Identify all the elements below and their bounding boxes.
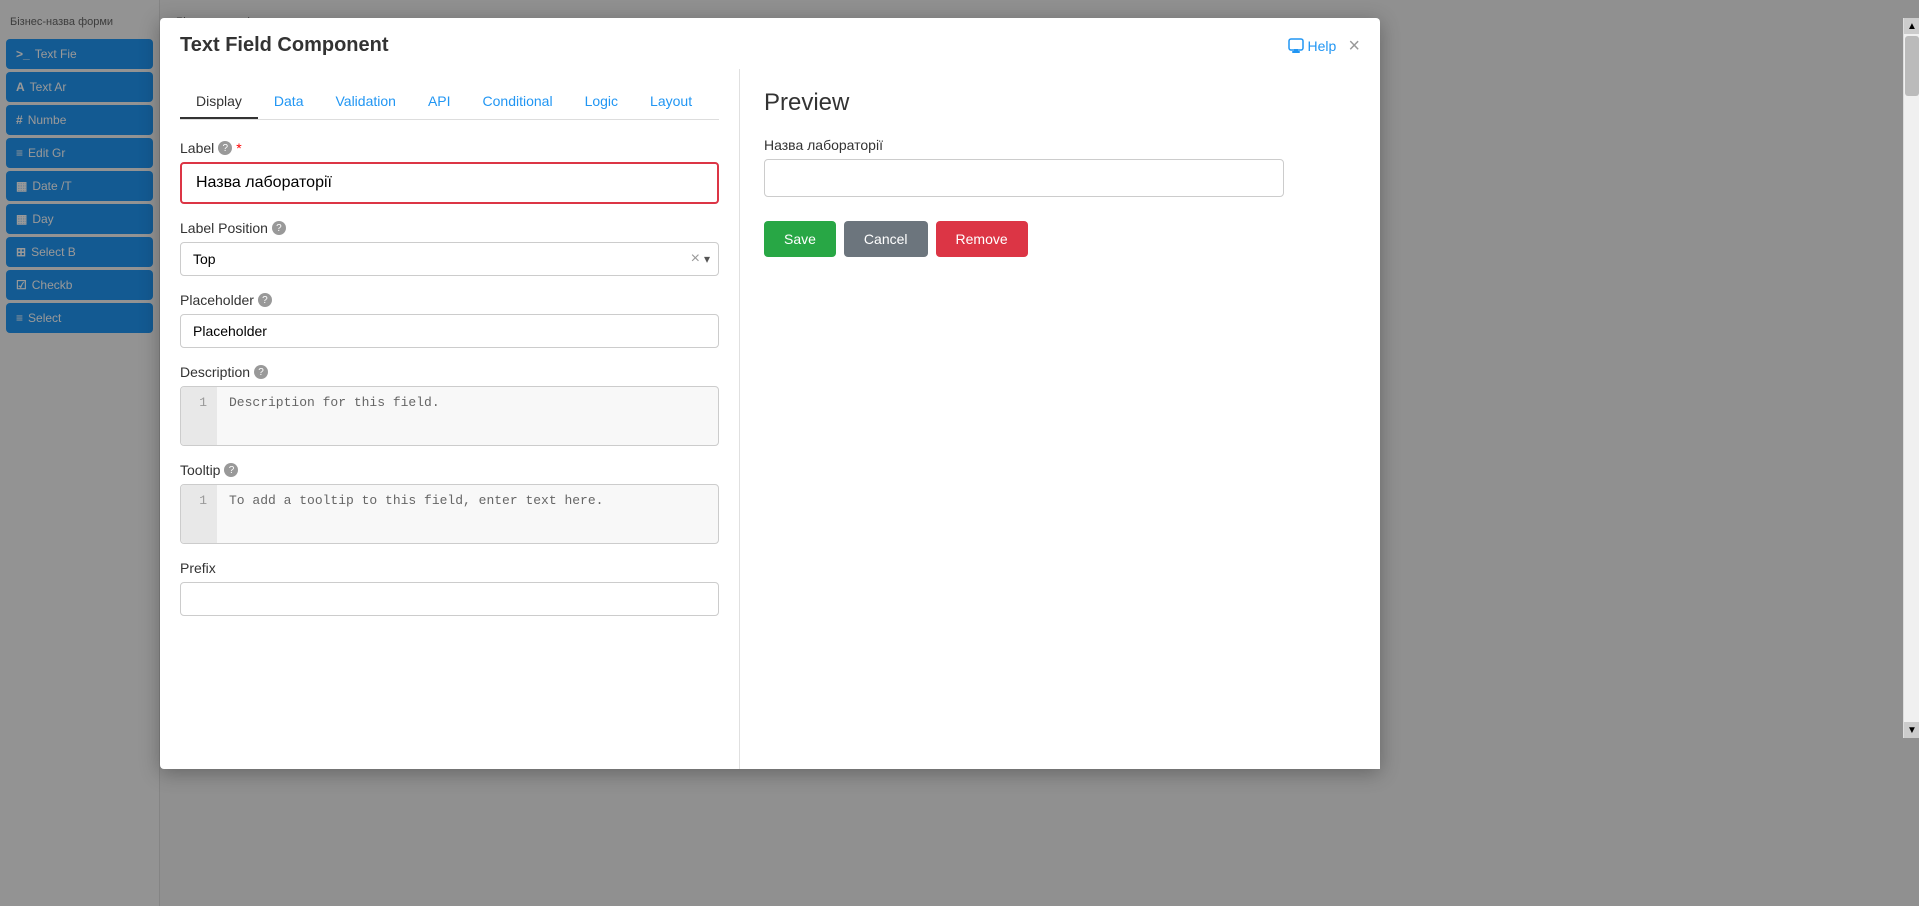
tooltip-label: Tooltip ? — [180, 462, 719, 478]
modal-body: Display Data Validation API Conditional … — [160, 69, 1380, 769]
preview-field-label: Назва лабораторії — [764, 137, 1356, 153]
description-help-icon: ? — [254, 365, 268, 379]
save-button[interactable]: Save — [764, 221, 836, 257]
tab-data[interactable]: Data — [258, 85, 320, 119]
form-panel: Display Data Validation API Conditional … — [160, 69, 740, 769]
label-text: Label — [180, 140, 214, 156]
preview-title: Preview — [764, 89, 1356, 117]
placeholder-help-icon: ? — [258, 293, 272, 307]
prefix-input[interactable] — [180, 582, 719, 616]
modal-scrollbar: ▲ ▼ — [1903, 18, 1919, 738]
prefix-text: Prefix — [180, 560, 216, 576]
tooltip-content[interactable]: To add a tooltip to this field, enter te… — [217, 485, 718, 543]
help-label: Help — [1308, 38, 1337, 54]
tooltip-text: Tooltip — [180, 462, 220, 478]
placeholder-input[interactable] — [180, 314, 719, 348]
label-position-help-icon: ? — [272, 221, 286, 235]
preview-field-input[interactable] — [764, 159, 1284, 197]
modal-header-actions: Help × — [1288, 36, 1360, 56]
select-clear-icon[interactable]: × — [687, 250, 704, 268]
description-content[interactable]: Description for this field. — [217, 387, 718, 445]
help-icon — [1288, 38, 1304, 54]
description-line-num: 1 — [181, 387, 217, 445]
placeholder-text: Placeholder — [180, 292, 254, 308]
tab-api[interactable]: API — [412, 85, 467, 119]
tooltip-field-group: Tooltip ? 1 To add a tooltip to this fie… — [180, 462, 719, 544]
label-position-label: Label Position ? — [180, 220, 719, 236]
close-button[interactable]: × — [1348, 36, 1360, 56]
scrollbar-up-arrow[interactable]: ▲ — [1904, 18, 1919, 34]
placeholder-field-group: Placeholder ? — [180, 292, 719, 348]
placeholder-label: Placeholder ? — [180, 292, 719, 308]
help-link[interactable]: Help — [1288, 38, 1337, 54]
label-help-icon: ? — [218, 141, 232, 155]
label-input[interactable] — [184, 166, 715, 200]
tab-display[interactable]: Display — [180, 85, 258, 119]
action-buttons: Save Cancel Remove — [764, 221, 1356, 257]
modal-title: Text Field Component — [180, 34, 389, 57]
label-required-marker: * — [236, 140, 241, 156]
label-field-group: Label ? * — [180, 140, 719, 204]
tab-validation[interactable]: Validation — [319, 85, 411, 119]
tab-conditional[interactable]: Conditional — [467, 85, 569, 119]
description-label: Description ? — [180, 364, 719, 380]
prefix-label: Prefix — [180, 560, 719, 576]
scrollbar-down-arrow[interactable]: ▼ — [1904, 722, 1919, 738]
modal-dialog: Text Field Component Help × Display Data… — [160, 18, 1380, 769]
scrollbar-thumb[interactable] — [1905, 36, 1919, 96]
label-field-label: Label ? * — [180, 140, 719, 156]
label-input-wrapper — [180, 162, 719, 204]
preview-panel: Preview Назва лабораторії Save Cancel Re… — [740, 69, 1380, 769]
tooltip-line-num: 1 — [181, 485, 217, 543]
label-position-select-wrapper: Top Left Right Bottom × ▾ — [180, 242, 719, 276]
scrollbar-track — [1904, 34, 1919, 722]
modal-header: Text Field Component Help × — [160, 18, 1380, 69]
remove-button[interactable]: Remove — [936, 221, 1028, 257]
prefix-field-group: Prefix — [180, 560, 719, 616]
tooltip-help-icon: ? — [224, 463, 238, 477]
description-field-group: Description ? 1 Description for this fie… — [180, 364, 719, 446]
select-arrow-icon: ▾ — [704, 252, 710, 266]
label-position-text: Label Position — [180, 220, 268, 236]
description-code-area: 1 Description for this field. — [180, 386, 719, 446]
label-position-field-group: Label Position ? Top Left Right Bottom ×… — [180, 220, 719, 276]
tooltip-code-area: 1 To add a tooltip to this field, enter … — [180, 484, 719, 544]
tab-logic[interactable]: Logic — [569, 85, 634, 119]
label-position-select[interactable]: Top Left Right Bottom — [189, 243, 687, 275]
tab-layout[interactable]: Layout — [634, 85, 708, 119]
description-text: Description — [180, 364, 250, 380]
cancel-button[interactable]: Cancel — [844, 221, 928, 257]
tabs-container: Display Data Validation API Conditional … — [180, 85, 719, 120]
